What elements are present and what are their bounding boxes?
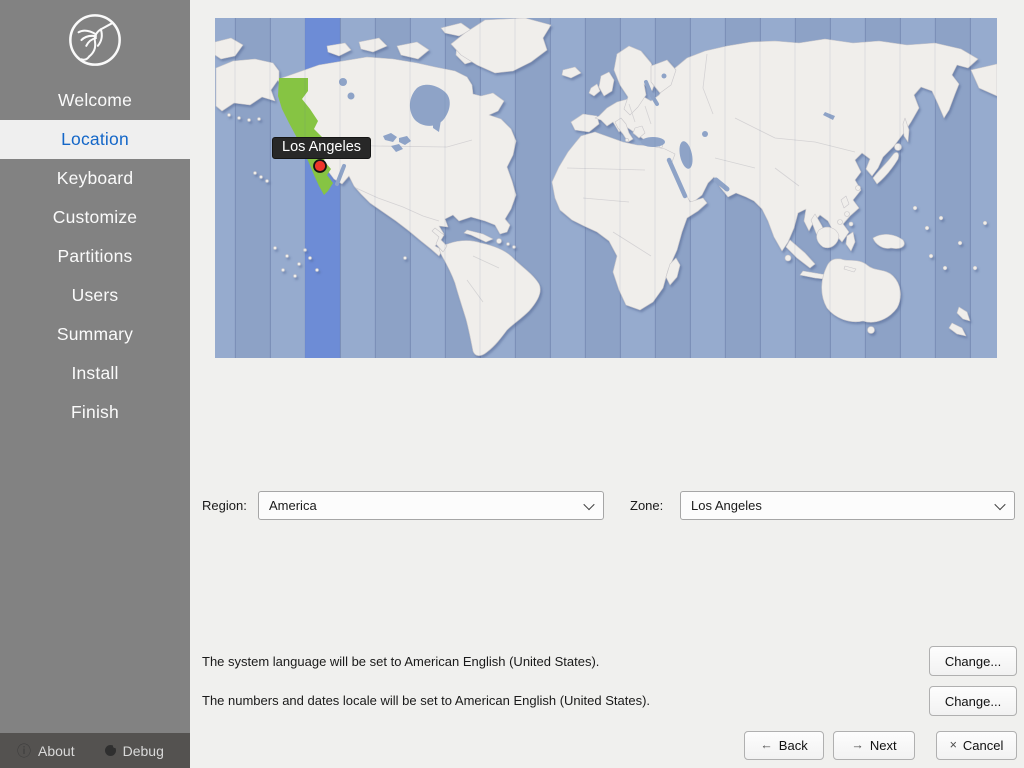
sidebar-item-install: Install xyxy=(0,354,190,393)
next-label: Next xyxy=(870,738,897,753)
sidebar-item-summary: Summary xyxy=(0,315,190,354)
installer-window: Welcome Location Keyboard Customize Part… xyxy=(0,0,1024,768)
location-page: Los Angeles Region: America Zone: Los An… xyxy=(190,0,1024,768)
sidebar-footer: ⓘ About Debug xyxy=(0,733,190,768)
cancel-label: Cancel xyxy=(963,738,1003,753)
sidebar-item-finish: Finish xyxy=(0,393,190,432)
info-icon: ⓘ xyxy=(17,744,31,758)
chevron-down-icon xyxy=(994,498,1005,509)
cancel-button[interactable]: × Cancel xyxy=(936,731,1017,760)
next-button[interactable]: → Next xyxy=(833,731,915,760)
sidebar-item-keyboard: Keyboard xyxy=(0,159,190,198)
arrow-left-icon: ← xyxy=(760,739,773,752)
sidebar-item-users: Users xyxy=(0,276,190,315)
sidebar-item-welcome: Welcome xyxy=(0,81,190,120)
numbers-locale-summary-text: The numbers and dates locale will be set… xyxy=(202,693,650,708)
zone-select[interactable]: Los Angeles xyxy=(680,491,1015,520)
debug-button[interactable]: Debug xyxy=(105,743,164,759)
sidebar-nav: Welcome Location Keyboard Customize Part… xyxy=(0,81,190,432)
debug-label: Debug xyxy=(123,743,164,759)
region-value: America xyxy=(269,498,317,513)
distro-logo-icon xyxy=(66,11,124,69)
language-summary-text: The system language will be set to Ameri… xyxy=(202,654,599,669)
timezone-map[interactable]: Los Angeles xyxy=(215,18,997,358)
arrow-right-icon: → xyxy=(851,739,864,752)
back-label: Back xyxy=(779,738,808,753)
timezone-tooltip: Los Angeles xyxy=(272,137,371,159)
sidebar: Welcome Location Keyboard Customize Part… xyxy=(0,0,190,768)
close-icon: × xyxy=(950,739,957,752)
back-button[interactable]: ← Back xyxy=(744,731,824,760)
zone-label: Zone: xyxy=(630,491,663,520)
change-language-button[interactable]: Change... xyxy=(929,646,1017,676)
city-marker xyxy=(314,160,326,172)
chevron-down-icon xyxy=(583,498,594,509)
region-label: Region: xyxy=(202,491,247,520)
about-button[interactable]: ⓘ About xyxy=(17,743,75,759)
sidebar-item-partitions: Partitions xyxy=(0,237,190,276)
world-map-svg xyxy=(215,18,997,358)
change-numbers-locale-button[interactable]: Change... xyxy=(929,686,1017,716)
zone-value: Los Angeles xyxy=(691,498,762,513)
about-label: About xyxy=(38,743,75,759)
sidebar-item-location: Location xyxy=(0,120,190,159)
sidebar-item-customize: Customize xyxy=(0,198,190,237)
region-select[interactable]: America xyxy=(258,491,604,520)
bug-icon xyxy=(105,745,116,756)
